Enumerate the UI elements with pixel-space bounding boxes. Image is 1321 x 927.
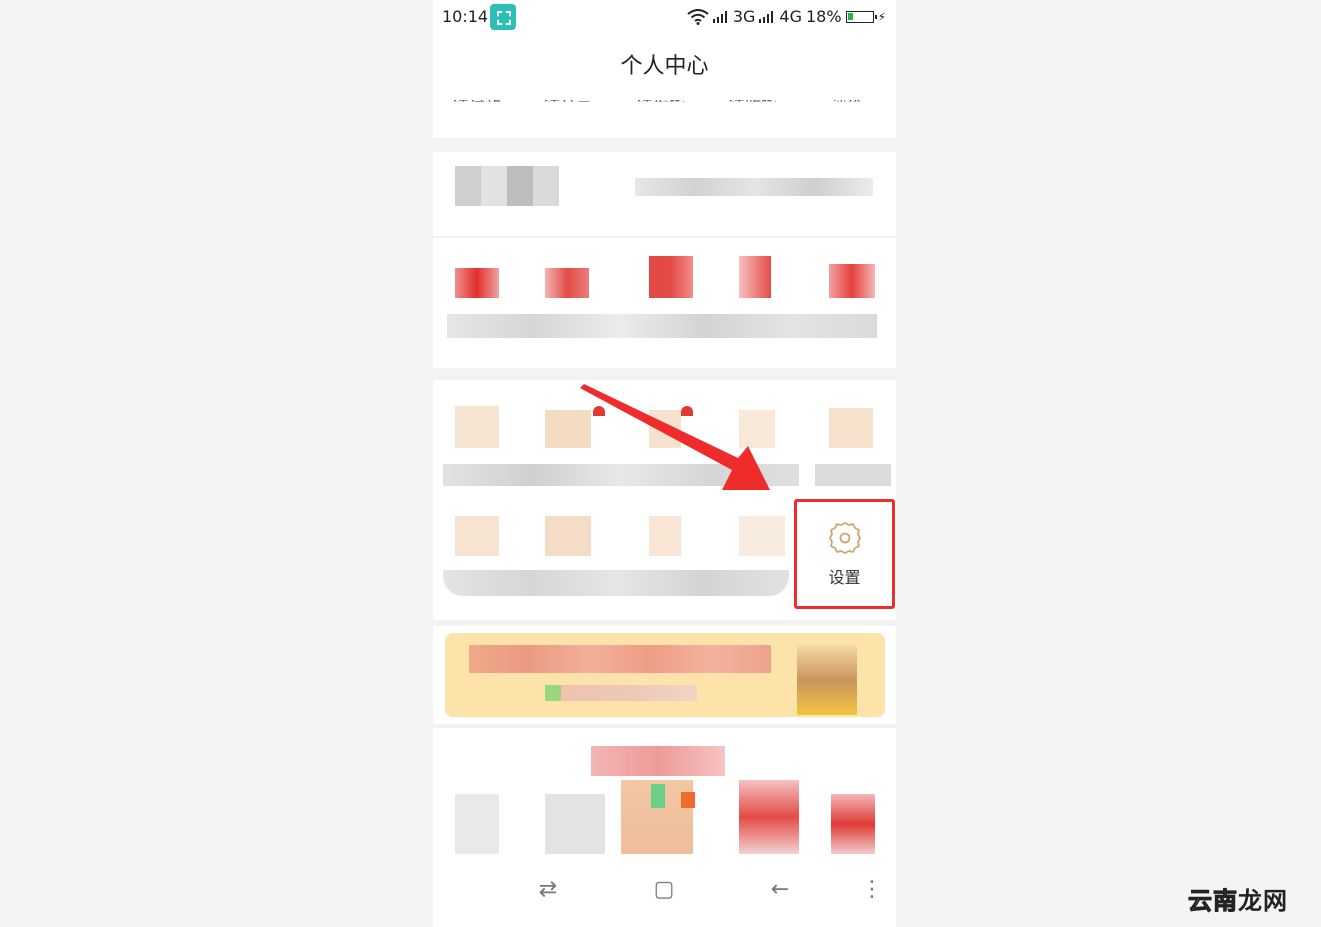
arrow-icon: [580, 384, 770, 490]
watermark-logo: 云南龙网: [1188, 881, 1288, 916]
watermark-part-a: 云南: [1188, 887, 1238, 916]
watermark-part-b: 龙网: [1238, 887, 1288, 915]
